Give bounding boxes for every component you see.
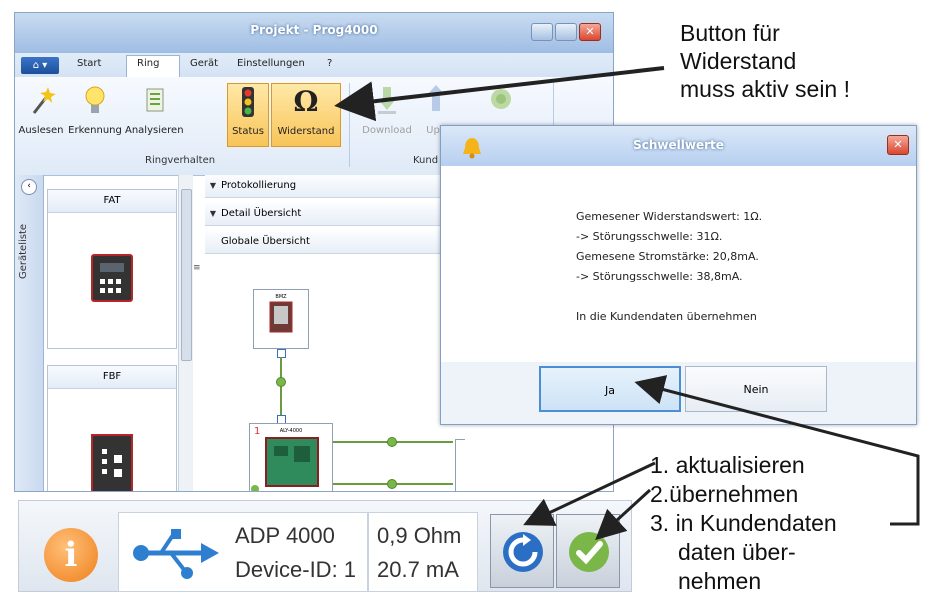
expand-arrow-icon: ▼ — [209, 209, 217, 218]
annotation-step-3: 3. in Kundendaten — [650, 510, 837, 536]
download-label: Download — [362, 125, 412, 136]
message-line-2: -> Störungsschwelle: 31Ω. — [576, 230, 723, 243]
device-card-fat[interactable]: FAT — [47, 189, 177, 349]
message-line-4: -> Störungsschwelle: 38,8mA. — [576, 270, 743, 283]
refresh-icon — [503, 532, 543, 572]
control-panel-icon — [269, 301, 293, 333]
splitter-grip-icon[interactable]: ≡ — [193, 263, 201, 273]
analysieren-button[interactable]: Analysieren — [125, 83, 184, 147]
erkennung-button[interactable]: Erkennung — [67, 83, 123, 147]
refresh-button[interactable] — [490, 514, 554, 588]
annotation-step-1: 1. aktualisieren — [650, 452, 805, 478]
message-line-3: Gemesene Stromstärke: 20,8mA. — [576, 250, 759, 263]
ribbon-separator — [349, 83, 350, 167]
traffic-light-icon — [233, 84, 263, 120]
erkennung-label: Erkennung — [68, 125, 122, 136]
device-card-title: FBF — [48, 366, 176, 389]
dialog-title-bar: Schwellwerte ✕ — [441, 126, 916, 166]
device-id: Device-ID: 1 — [235, 557, 357, 582]
annotation-step-3c: nehmen — [678, 568, 762, 594]
dialog-footer: Ja Nein — [441, 362, 916, 424]
adp-node[interactable]: 1 ALY-4000 — [249, 423, 333, 491]
bmz-node[interactable]: BMZ — [253, 289, 309, 349]
panel-row-label: Protokollierung — [221, 180, 297, 191]
window-title: Projekt - Prog4000 — [250, 23, 378, 37]
maximize-button[interactable] — [555, 23, 577, 41]
gear-shield-icon — [486, 83, 516, 119]
ohm-icon: Ω — [293, 85, 319, 118]
annotation-step-2: 2.übernehmen — [650, 481, 799, 507]
ok-check-icon — [387, 437, 397, 447]
status-label: Status — [232, 126, 264, 137]
schwellwerte-dialog: Schwellwerte ✕ Gemesener Widerstandswert… — [440, 125, 917, 425]
widerstand-label: Widerstand — [277, 126, 335, 137]
list-check-icon — [139, 83, 169, 119]
dialog-title: Schwellwerte — [633, 138, 724, 152]
expand-arrow-icon: ▼ — [209, 181, 217, 190]
tab-start[interactable]: Start — [77, 58, 101, 69]
device-card-fbf[interactable]: FBF — [47, 365, 177, 491]
device-name: ADP 4000 — [235, 523, 335, 548]
device-list-panel: ‹ Geräteliste — [15, 175, 44, 491]
ok-check-icon — [387, 479, 397, 489]
info-icon[interactable]: i — [44, 528, 98, 582]
download-button[interactable]: Download — [357, 83, 417, 147]
device-list-scrollbar[interactable] — [178, 175, 193, 491]
tab-ring[interactable]: Ring — [137, 58, 159, 69]
current-value: 20.7 mA — [377, 557, 459, 582]
tab-help[interactable]: ? — [327, 58, 332, 69]
collapse-icon[interactable]: ‹ — [21, 179, 37, 195]
yes-button[interactable]: Ja — [539, 366, 681, 412]
panel-row-label: Globale Übersicht — [221, 236, 310, 247]
accept-button[interactable] — [556, 514, 620, 588]
resistance-value: 0,9 Ohm — [377, 523, 462, 548]
auslesen-button[interactable]: Auslesen — [17, 83, 65, 147]
tab-einstellungen[interactable]: Einstellungen — [237, 58, 305, 69]
ok-check-icon — [276, 377, 286, 387]
panel-row-protokollierung[interactable]: ▼ Protokollierung — [205, 175, 445, 198]
usb-icon — [133, 529, 219, 579]
message-line-1: Gemesener Widerstandswert: 1Ω. — [576, 210, 763, 223]
no-button[interactable]: Nein — [685, 366, 827, 412]
close-button[interactable]: ✕ — [579, 23, 601, 41]
minimize-button[interactable] — [531, 23, 553, 41]
annotation-top-line-2: Widerstand — [680, 48, 797, 74]
panel-row-globale[interactable]: Globale Übersicht — [205, 231, 445, 254]
circuit-board-icon — [251, 437, 319, 491]
annotation-top-line-1: Button für — [680, 20, 780, 46]
panel-row-label: Detail Übersicht — [221, 208, 302, 219]
ring-diagram: BMZ 1 ALY-4000 — [205, 261, 465, 491]
group-label-kunde: Kund — [413, 155, 439, 166]
tab-geraet[interactable]: Gerät — [190, 58, 218, 69]
title-bar: Projekt - Prog4000 ✕ — [15, 13, 613, 53]
panel-row-detail[interactable]: ▼ Detail Übersicht — [205, 203, 445, 226]
home-menu-button[interactable]: ⌂ ▾ — [21, 57, 59, 74]
message-line-5: In die Kundendaten übernehmen — [576, 310, 757, 323]
analysieren-label: Analysieren — [125, 125, 184, 136]
device-card-title: FAT — [48, 190, 176, 213]
group-label-ringverhalten: Ringverhalten — [145, 155, 216, 166]
device-list-label: Geräteliste — [18, 223, 29, 279]
annotation-step-3b: daten über- — [678, 539, 796, 565]
check-icon — [569, 532, 609, 572]
dialog-close-button[interactable]: ✕ — [887, 135, 909, 155]
panel-device-icon — [91, 254, 133, 302]
ribbon-tab-bar: ⌂ ▾ Start Ring Gerät Einstellungen ? — [15, 53, 613, 77]
annotation-top-line-3: muss aktiv sein ! — [680, 76, 850, 102]
scrollbar-thumb[interactable] — [181, 189, 192, 361]
status-button[interactable]: Status — [227, 83, 269, 147]
measurement-box: 0,9 Ohm 20.7 mA — [368, 512, 478, 592]
auslesen-label: Auslesen — [18, 125, 64, 136]
magic-wand-icon — [26, 83, 56, 119]
widerstand-button[interactable]: Ω Widerstand — [271, 83, 341, 147]
ring-number: 1 — [254, 426, 261, 437]
device-info-box: ADP 4000 Device-ID: 1 — [118, 512, 368, 592]
lightbulb-icon — [80, 83, 110, 119]
dialog-body: Gemesener Widerstandswert: 1Ω. -> Störun… — [441, 166, 916, 362]
upload-icon — [421, 83, 445, 119]
panel-device-icon — [91, 434, 133, 491]
device-node-edge — [455, 439, 465, 491]
download-icon — [372, 83, 402, 119]
